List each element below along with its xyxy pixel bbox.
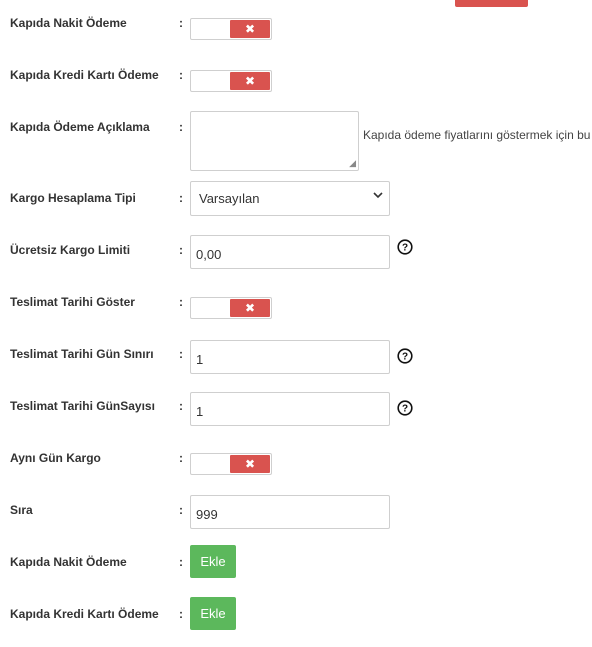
field-label: Kapıda Kredi Kartı Ödeme: [10, 607, 159, 621]
colon: :: [179, 607, 183, 621]
resize-grip-icon[interactable]: ◢: [349, 159, 356, 168]
row-teslimat-tarihi-goster: Teslimat Tarihi Göster : ✖: [0, 295, 592, 335]
input-value: 999: [196, 507, 218, 522]
row-kapida-nakit-odeme: Kapıda Nakit Ödeme : ✖: [0, 16, 592, 56]
kapida-kredi-toggle[interactable]: ✖: [190, 70, 272, 92]
close-icon: ✖: [244, 22, 256, 36]
toggle-off-indicator: ✖: [230, 299, 270, 317]
colon: :: [179, 120, 183, 134]
ekle-kapida-nakit-button[interactable]: Ekle: [190, 545, 236, 578]
ucretsiz-kargo-limiti-input[interactable]: 0,00: [190, 235, 390, 269]
input-value: 1: [196, 404, 204, 419]
field-label: Teslimat Tarihi Gün Sınırı: [10, 347, 154, 361]
teslimat-tarihi-goster-toggle[interactable]: ✖: [190, 297, 272, 319]
row-kapida-odeme-aciklama: Kapıda Ödeme Açıklama : ◢ Kapıda ödeme f…: [0, 111, 592, 171]
row-sira: Sıra : 999: [0, 495, 592, 543]
input-value: 0,00: [196, 247, 222, 262]
row-ucretsiz-kargo-limiti: Ücretsiz Kargo Limiti : 0,00 ?: [0, 235, 592, 283]
select-value: Varsayılan: [199, 191, 260, 206]
input-value: 1: [196, 352, 204, 367]
field-label: Aynı Gün Kargo: [10, 451, 101, 465]
colon: :: [179, 68, 183, 82]
kapida-odeme-aciklama-textarea[interactable]: ◢: [190, 111, 359, 171]
colon: :: [179, 451, 183, 465]
row-teslimat-tarihi-gun-sayisi: Teslimat Tarihi GünSayısı : 1 ?: [0, 392, 592, 439]
field-label: Kapıda Kredi Kartı Ödeme: [10, 68, 159, 82]
field-label: Sıra: [10, 503, 33, 517]
colon: :: [179, 191, 183, 205]
close-icon: ✖: [244, 74, 256, 88]
chevron-down-icon: [373, 192, 383, 199]
field-label: Teslimat Tarihi GünSayısı: [10, 399, 155, 413]
field-label: Kapıda Ödeme Açıklama: [10, 120, 150, 134]
svg-text:?: ?: [402, 243, 408, 254]
question-circle-icon[interactable]: ?: [397, 239, 413, 255]
teslimat-gun-sayisi-input[interactable]: 1: [190, 392, 390, 426]
colon: :: [179, 555, 183, 569]
toggle-off-indicator: ✖: [230, 20, 270, 38]
row-teslimat-tarihi-gun-siniri: Teslimat Tarihi Gün Sınırı : 1 ?: [0, 340, 592, 387]
field-label: Kapıda Nakit Ödeme: [10, 16, 127, 30]
field-hint: Kapıda ödeme fiyatlarını göstermek için …: [363, 128, 591, 142]
sira-input[interactable]: 999: [190, 495, 390, 529]
kapida-nakit-toggle[interactable]: ✖: [190, 18, 272, 40]
row-ekle-kapida-kredi: Kapıda Kredi Kartı Ödeme : Ekle: [0, 597, 592, 647]
close-icon: ✖: [244, 457, 256, 471]
colon: :: [179, 399, 183, 413]
row-ayni-gun-kargo: Aynı Gün Kargo : ✖: [0, 451, 592, 491]
svg-text:?: ?: [402, 352, 408, 363]
close-icon: ✖: [244, 301, 256, 315]
row-kargo-hesaplama-tipi: Kargo Hesaplama Tipi : Varsayılan: [0, 181, 592, 231]
question-circle-icon[interactable]: ?: [397, 348, 413, 364]
field-label: Teslimat Tarihi Göster: [10, 295, 135, 309]
field-label: Kapıda Nakit Ödeme: [10, 555, 127, 569]
colon: :: [179, 503, 183, 517]
ekle-kapida-kredi-button[interactable]: Ekle: [190, 597, 236, 630]
colon: :: [179, 243, 183, 257]
colon: :: [179, 347, 183, 361]
colon: :: [179, 16, 183, 30]
field-label: Ücretsiz Kargo Limiti: [10, 243, 131, 257]
toggle-off-indicator: ✖: [230, 72, 270, 90]
row-kapida-kredi-odeme: Kapıda Kredi Kartı Ödeme : ✖: [0, 68, 592, 108]
question-circle-icon[interactable]: ?: [397, 400, 413, 416]
colon: :: [179, 295, 183, 309]
ayni-gun-kargo-toggle[interactable]: ✖: [190, 453, 272, 475]
toggle-off-indicator: ✖: [230, 455, 270, 473]
svg-text:?: ?: [402, 404, 408, 415]
top-action-button-edge[interactable]: [455, 0, 528, 7]
field-label: Kargo Hesaplama Tipi: [10, 191, 136, 205]
row-ekle-kapida-nakit: Kapıda Nakit Ödeme : Ekle: [0, 545, 592, 595]
teslimat-gun-siniri-input[interactable]: 1: [190, 340, 390, 374]
kargo-hesaplama-tipi-select[interactable]: Varsayılan: [190, 181, 390, 216]
